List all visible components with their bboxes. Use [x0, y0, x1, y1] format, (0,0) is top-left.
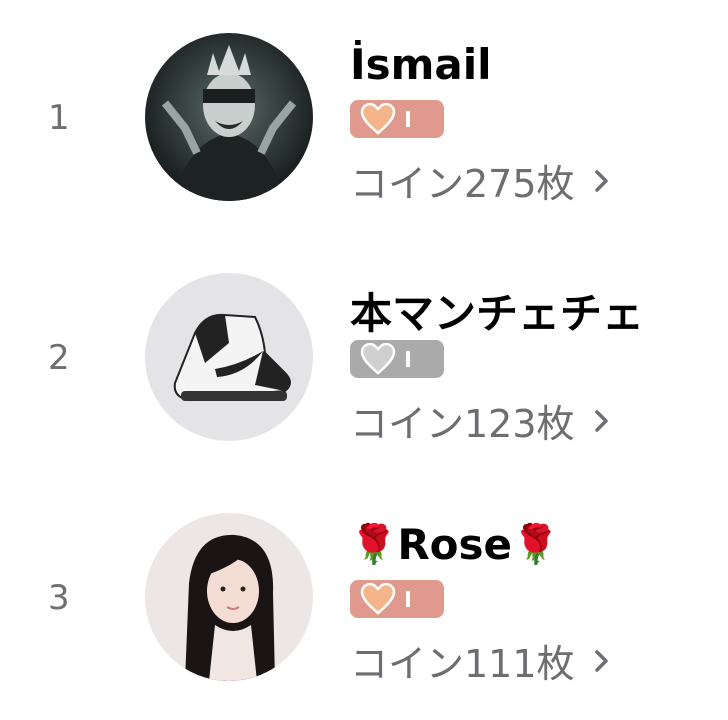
username-text: 本マンチェチェ [350, 289, 645, 338]
sneaker-avatar-image [145, 273, 313, 441]
coins-link[interactable]: コイン275枚 [350, 153, 611, 208]
username-text: İsmail [350, 40, 492, 89]
heart-icon [360, 583, 396, 615]
coins-text: コイン123枚 [350, 402, 575, 446]
ranking-row[interactable]: 2 本マンチェチェ I コイン123枚 [0, 240, 728, 480]
ranking-row[interactable]: 1 İsmail I コイン2 [0, 0, 728, 240]
woman-portrait-avatar-image [145, 513, 313, 681]
level-badge: I [350, 100, 444, 138]
avatar[interactable] [145, 513, 313, 681]
level-mark-icon [406, 111, 410, 127]
rank-number: 2 [48, 338, 70, 378]
chevron-right-icon [594, 409, 608, 432]
dark-crowned-figure-avatar-image [145, 33, 313, 201]
chevron-right-icon [594, 169, 608, 192]
heart-icon [360, 103, 396, 135]
level-badge: I [350, 580, 444, 618]
coins-text: コイン111枚 [350, 642, 575, 686]
level-mark-icon [406, 591, 410, 607]
rose-emoji-prefix: 🌹 [350, 522, 398, 566]
coins-link[interactable]: コイン123枚 [350, 393, 611, 448]
avatar[interactable] [145, 273, 313, 441]
coins-link[interactable]: コイン111枚 [350, 633, 611, 688]
username[interactable]: İsmail [350, 40, 492, 89]
avatar[interactable] [145, 33, 313, 201]
username[interactable]: 本マンチェチェ [350, 280, 644, 341]
username-text: Rose [397, 520, 513, 569]
username[interactable]: 🌹 Rose 🌹 [350, 520, 559, 569]
heart-icon [360, 343, 396, 375]
coins-text: コイン275枚 [350, 162, 575, 206]
level-badge: I [350, 340, 444, 378]
level-mark-icon [406, 351, 410, 367]
ranking-row[interactable]: 3 🌹 Rose 🌹 I コイン111枚 [0, 480, 728, 720]
rose-emoji-suffix: 🌹 [512, 522, 560, 566]
rank-number: 1 [48, 98, 70, 138]
rank-number: 3 [48, 578, 70, 618]
chevron-right-icon [594, 649, 608, 672]
